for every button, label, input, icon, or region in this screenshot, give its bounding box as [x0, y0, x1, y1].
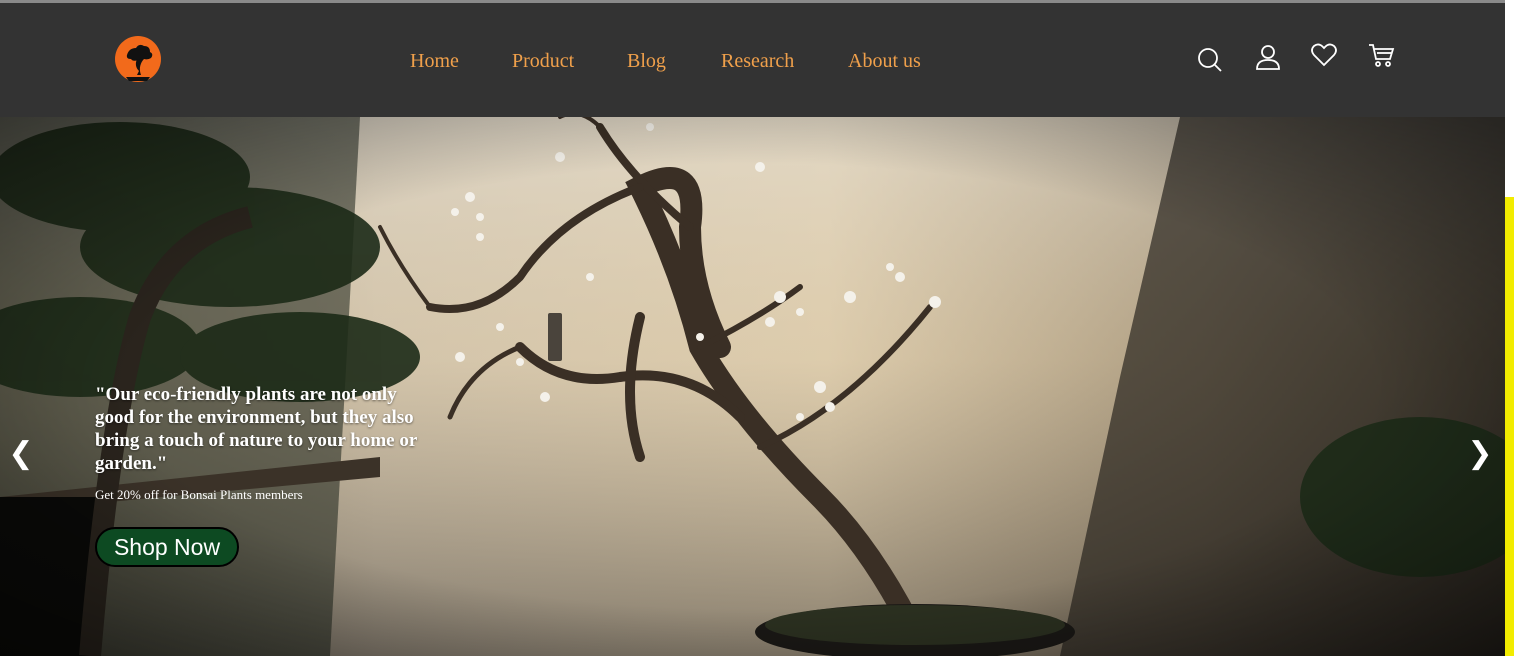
carousel-prev-icon[interactable]: ❮ — [7, 435, 35, 471]
carousel-next-icon[interactable]: ❯ — [1466, 435, 1494, 471]
cart-icon[interactable] — [1367, 41, 1395, 69]
nav-research-link[interactable]: Research — [721, 50, 794, 73]
hero-promo-text: Get 20% off for Bonsai Plants members — [95, 487, 303, 502]
page-side-accent — [1505, 197, 1514, 656]
site-header: Home Product Blog Research About us — [0, 3, 1505, 117]
nav-about-link[interactable]: About us — [848, 50, 921, 73]
shop-now-button[interactable]: Shop Now — [95, 527, 239, 567]
page-scrollbar-track — [1505, 0, 1514, 656]
bonsai-logo[interactable] — [114, 35, 162, 83]
hero-quote: "Our eco-friendly plants are not only go… — [95, 384, 417, 474]
search-icon[interactable] — [1196, 46, 1224, 74]
hero-caption: "Our eco-friendly plants are not only go… — [95, 383, 435, 503]
heart-icon[interactable] — [1310, 41, 1338, 69]
nav-blog-link[interactable]: Blog — [627, 50, 666, 73]
user-icon[interactable] — [1254, 43, 1282, 71]
hero-carousel: "Our eco-friendly plants are not only go… — [0, 117, 1505, 656]
nav-home-link[interactable]: Home — [410, 50, 459, 73]
nav-product-link[interactable]: Product — [512, 50, 574, 73]
